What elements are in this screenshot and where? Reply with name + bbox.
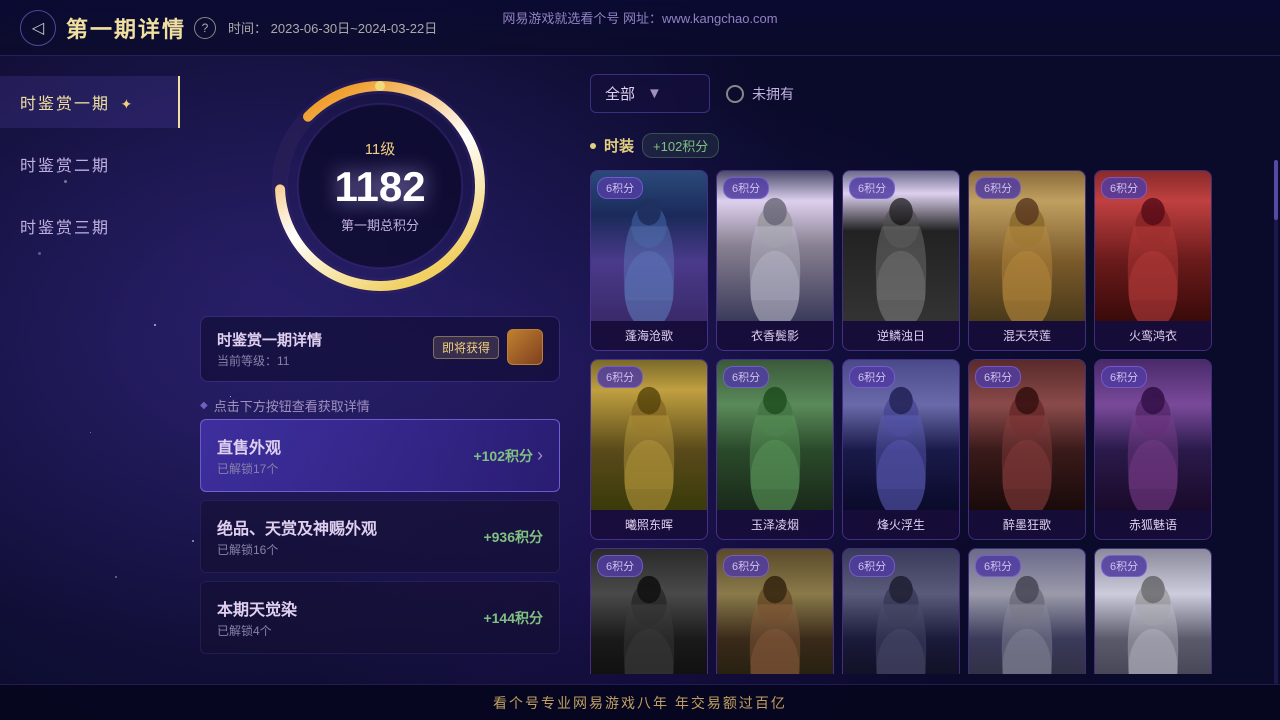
item-card-11[interactable]: 6积分 暗羽 [590, 548, 708, 674]
item-name-5: 火鸾鸿衣 [1095, 321, 1211, 350]
item-img-3: 6积分 [843, 171, 959, 321]
right-panel: 全部 ▼ 未拥有 时装 +102积分 6积分 [580, 56, 1280, 684]
item-img-6: 6积分 [591, 360, 707, 510]
filter-dropdown[interactable]: 全部 ▼ [590, 74, 710, 113]
reward-btn-1[interactable]: 直售外观 已解锁17个 +102积分 › [200, 419, 560, 492]
char-svg-10 [591, 549, 707, 674]
item-name-3: 逆鳞浊日 [843, 321, 959, 350]
item-img-14: 6积分 [969, 549, 1085, 674]
item-name-8: 烽火浮生 [843, 510, 959, 539]
info-card-header: 即将获得 时鉴赏一期详情 当前等级：11 [217, 329, 543, 369]
item-img-7: 6积分 [717, 360, 833, 510]
item-name-6: 曦照东晖 [591, 510, 707, 539]
btn1-arrow-icon: › [537, 445, 543, 466]
soon-badge: 即将获得 [433, 336, 499, 359]
item-card-4[interactable]: 6积分 混天芡莲 [968, 170, 1086, 351]
items-grid: 6积分 蓬海沧歌 6积分 衣香鬓影 6积分 [580, 170, 1270, 674]
item-img-10: 6积分 [1095, 360, 1211, 510]
item-name-1: 蓬海沧歌 [591, 321, 707, 350]
item-card-2[interactable]: 6积分 衣香鬓影 [716, 170, 834, 351]
sidebar-item-period2[interactable]: 时鉴赏二期 [0, 138, 180, 190]
item-img-12: 6积分 [717, 549, 833, 674]
item-card-9[interactable]: 6积分 醉墨狂歌 [968, 359, 1086, 540]
category-header: 时装 +102积分 [580, 129, 1270, 162]
info-card-right: 即将获得 [433, 329, 543, 365]
char-svg-12 [843, 549, 959, 674]
char-svg-4 [1095, 171, 1211, 321]
diamond-icon: ◆ [200, 400, 208, 411]
scrollbar-track[interactable] [1274, 160, 1278, 684]
item-card-1[interactable]: 6积分 蓬海沧歌 [590, 170, 708, 351]
help-button[interactable]: ? [194, 17, 216, 39]
char-svg-11 [717, 549, 833, 674]
item-card-8[interactable]: 6积分 烽火浮生 [842, 359, 960, 540]
item-img-5: 6积分 [1095, 171, 1211, 321]
sidebar: 时鉴赏一期 ✦ 时鉴赏二期 时鉴赏三期 [0, 56, 180, 684]
hint-text: ◆ 点击下方按钮查看获取详情 [200, 392, 560, 419]
item-card-6[interactable]: 6积分 曦照东晖 [590, 359, 708, 540]
header: ◁ 第一期详情 ? 时间： 2023-06-30日~2024-03-22日 网易… [0, 0, 1280, 56]
level-label: 11级 [334, 138, 425, 159]
score-label: 第一期总积分 [334, 215, 425, 234]
char-svg-0 [591, 171, 707, 321]
category-dot-icon [590, 143, 596, 149]
item-card-12[interactable]: 6积分 金玉 [716, 548, 834, 674]
sidebar-item-period3[interactable]: 时鉴赏三期 [0, 200, 180, 252]
item-card-5[interactable]: 6积分 火鸾鸿衣 [1094, 170, 1212, 351]
item-img-9: 6积分 [969, 360, 1085, 510]
circle-info: 11级 1182 第一期总积分 [334, 138, 425, 234]
char-svg-8 [969, 360, 1085, 510]
char-svg-2 [843, 171, 959, 321]
radio-icon [726, 85, 744, 103]
char-svg-6 [717, 360, 833, 510]
back-button[interactable]: ◁ [20, 10, 56, 46]
scrollbar-thumb[interactable] [1274, 160, 1278, 220]
reward-buttons-list: 直售外观 已解锁17个 +102积分 › 绝品、天赏及神赐外观 已解锁16个 +… [200, 419, 560, 654]
info-card: 即将获得 时鉴赏一期详情 当前等级：11 [200, 316, 560, 382]
item-img-15: 6积分 [1095, 549, 1211, 674]
header-time: 时间： 2023-06-30日~2024-03-22日 [228, 18, 437, 37]
item-name-7: 玉泽凌烟 [717, 510, 833, 539]
char-svg-7 [843, 360, 959, 510]
item-card-15[interactable]: 6积分 白骨 [1094, 548, 1212, 674]
char-svg-5 [591, 360, 707, 510]
item-img-11: 6积分 [591, 549, 707, 674]
item-card-3[interactable]: 6积分 逆鳞浊日 [842, 170, 960, 351]
reward-btn-3[interactable]: 本期天觉染 已解锁4个 +144积分 [200, 581, 560, 654]
item-card-7[interactable]: 6积分 玉泽凌烟 [716, 359, 834, 540]
bottom-banner: 看个号专业网易游戏八年 年交易额过百亿 [0, 684, 1280, 720]
char-svg-1 [717, 171, 833, 321]
item-img-13: 6积分 [843, 549, 959, 674]
char-svg-9 [1095, 360, 1211, 510]
char-svg-13 [969, 549, 1085, 674]
item-img-2: 6积分 [717, 171, 833, 321]
total-score: 1182 [334, 163, 425, 211]
filter-radio[interactable]: 未拥有 [726, 84, 794, 104]
item-card-14[interactable]: 6积分 银霜 [968, 548, 1086, 674]
dropdown-arrow-icon: ▼ [647, 85, 662, 102]
item-img-8: 6积分 [843, 360, 959, 510]
left-panel: 11级 1182 第一期总积分 即将获得 时鉴赏一期详情 当前等级：11 ◆ 点… [180, 56, 580, 684]
item-card-13[interactable]: 6积分 墨影 [842, 548, 960, 674]
char-svg-14 [1095, 549, 1211, 674]
item-img-1: 6积分 [591, 171, 707, 321]
main-content: 11级 1182 第一期总积分 即将获得 时鉴赏一期详情 当前等级：11 ◆ 点… [180, 56, 1280, 684]
item-card-10[interactable]: 6积分 赤狐魅语 [1094, 359, 1212, 540]
char-svg-3 [969, 171, 1085, 321]
sidebar-item-period1[interactable]: 时鉴赏一期 ✦ [0, 76, 180, 128]
item-name-9: 醉墨狂歌 [969, 510, 1085, 539]
watermark: 网易游戏就选看个号 网址：www.kangchao.com [502, 8, 777, 27]
reward-icon [507, 329, 543, 365]
item-name-4: 混天芡莲 [969, 321, 1085, 350]
item-name-10: 赤狐魅语 [1095, 510, 1211, 539]
item-name-2: 衣香鬓影 [717, 321, 833, 350]
filter-bar: 全部 ▼ 未拥有 [580, 66, 1270, 121]
page-title: 第一期详情 [66, 12, 186, 44]
item-img-4: 6积分 [969, 171, 1085, 321]
reward-btn-2[interactable]: 绝品、天赏及神赐外观 已解锁16个 +936积分 [200, 500, 560, 573]
score-circle: 11级 1182 第一期总积分 [270, 76, 490, 296]
